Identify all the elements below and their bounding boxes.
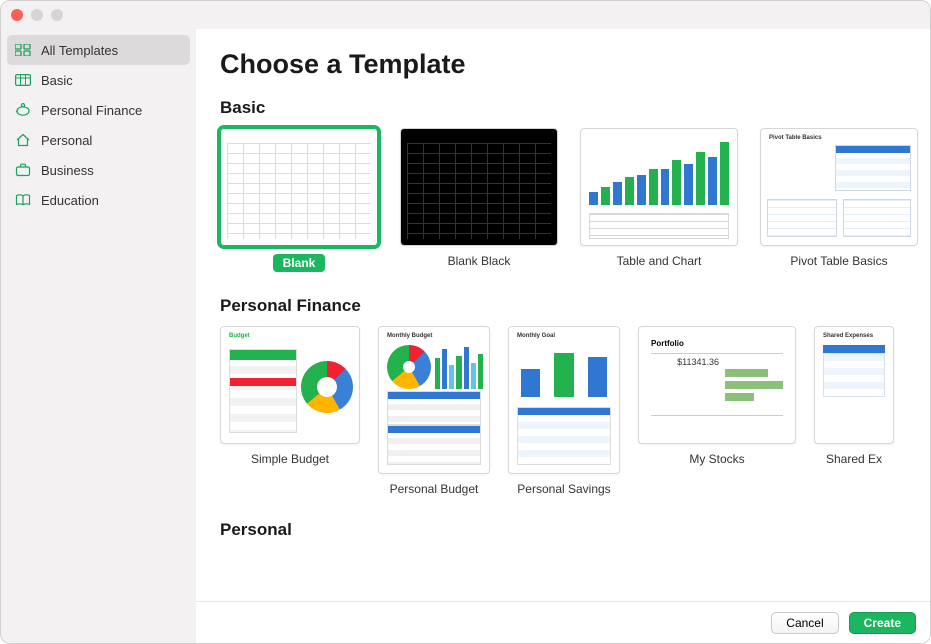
template-caption: Shared Ex	[826, 452, 882, 466]
sidebar-item-personal-finance[interactable]: Personal Finance	[1, 95, 196, 125]
grid-icon	[15, 42, 31, 58]
template-thumb	[220, 128, 378, 246]
body: All Templates Basic Personal Finance Per…	[1, 29, 930, 643]
section-title-basic: Basic	[220, 98, 930, 118]
sidebar-item-label: Business	[41, 163, 94, 178]
sidebar-item-label: Personal	[41, 133, 92, 148]
template-caption: Table and Chart	[617, 254, 702, 268]
zoom-window-button[interactable]	[51, 9, 63, 21]
template-caption: My Stocks	[689, 452, 744, 466]
template-thumb	[580, 128, 738, 246]
sidebar-item-label: All Templates	[41, 43, 118, 58]
briefcase-icon	[15, 162, 31, 178]
template-blank-black[interactable]: Blank Black	[400, 128, 558, 272]
sidebar-item-basic[interactable]: Basic	[1, 65, 196, 95]
template-caption: Blank	[273, 254, 326, 272]
section-title-personal: Personal	[220, 520, 930, 540]
book-icon	[15, 192, 31, 208]
template-pivot-table-basics[interactable]: Pivot Table Basics Pivot Table Basics	[760, 128, 918, 272]
template-thumb: Monthly Budget	[378, 326, 490, 474]
section-row-personal-finance: Budget Simple Budget Monthly Budget	[220, 326, 930, 504]
cancel-button[interactable]: Cancel	[771, 612, 838, 634]
template-thumb: Shared Expenses	[814, 326, 894, 444]
template-thumb: Pivot Table Basics	[760, 128, 918, 246]
window-controls	[11, 9, 63, 21]
table-icon	[15, 72, 31, 88]
sidebar-item-all-templates[interactable]: All Templates	[7, 35, 190, 65]
template-caption: Personal Savings	[517, 482, 610, 496]
template-thumb	[400, 128, 558, 246]
home-icon	[15, 132, 31, 148]
template-scroll[interactable]: Choose a Template Basic Blank Bl	[196, 29, 930, 601]
template-caption: Personal Budget	[390, 482, 479, 496]
template-table-and-chart[interactable]: Table and Chart	[580, 128, 738, 272]
template-chooser-window: All Templates Basic Personal Finance Per…	[0, 0, 931, 644]
template-shared-expenses[interactable]: Shared Expenses Shared Ex	[814, 326, 894, 496]
template-personal-savings[interactable]: Monthly Goal Personal Savings	[508, 326, 620, 496]
page-title: Choose a Template	[220, 49, 930, 80]
sidebar: All Templates Basic Personal Finance Per…	[1, 29, 196, 643]
section-title-personal-finance: Personal Finance	[220, 296, 930, 316]
template-simple-budget[interactable]: Budget Simple Budget	[220, 326, 360, 496]
template-caption: Simple Budget	[251, 452, 329, 466]
sidebar-item-label: Education	[41, 193, 99, 208]
sidebar-item-business[interactable]: Business	[1, 155, 196, 185]
sidebar-item-personal[interactable]: Personal	[1, 125, 196, 155]
section-row-basic: Blank Blank Black	[220, 128, 930, 280]
create-button[interactable]: Create	[849, 612, 916, 634]
titlebar	[1, 1, 930, 29]
sidebar-item-label: Personal Finance	[41, 103, 142, 118]
template-blank[interactable]: Blank	[220, 128, 378, 272]
template-my-stocks[interactable]: Portfolio $11341.36 My Stocks	[638, 326, 796, 496]
template-personal-budget[interactable]: Monthly Budget Personal Budget	[378, 326, 490, 496]
minimize-window-button[interactable]	[31, 9, 43, 21]
template-caption: Pivot Table Basics	[790, 254, 887, 268]
main-area: Choose a Template Basic Blank Bl	[196, 29, 930, 643]
footer: Cancel Create	[196, 601, 930, 643]
sidebar-item-label: Basic	[41, 73, 73, 88]
close-window-button[interactable]	[11, 9, 23, 21]
template-thumb: Portfolio $11341.36	[638, 326, 796, 444]
template-caption: Blank Black	[448, 254, 511, 268]
template-thumb: Monthly Goal	[508, 326, 620, 474]
template-thumb: Budget	[220, 326, 360, 444]
piggybank-icon	[15, 102, 31, 118]
sidebar-item-education[interactable]: Education	[1, 185, 196, 215]
